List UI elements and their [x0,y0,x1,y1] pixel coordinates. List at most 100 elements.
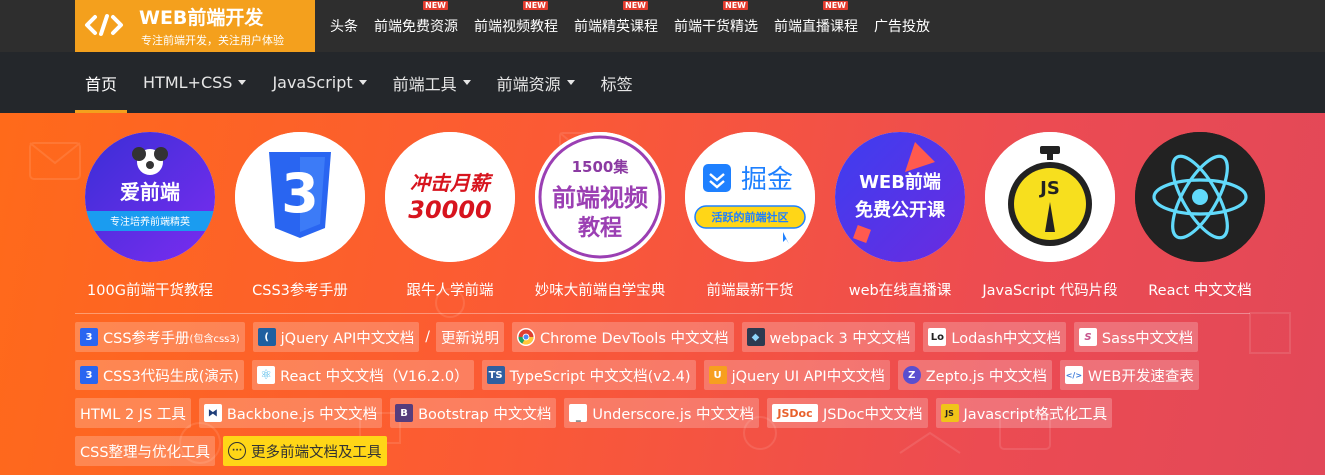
tile-miaov-guide[interactable]: 1500集 前端视频 教程 妙味大前端自学宝典 [525,132,675,300]
css3-icon: 3 [80,328,98,346]
tile-art-title: 掘金 [741,165,793,195]
link-label: jQuery API中文文档 [280,330,415,347]
tile-label: web在线直播课 [848,283,952,299]
nav-item-resources[interactable]: 前端资源 [487,52,585,113]
link-bootstrap[interactable]: B Bootstrap 中文文档 [390,398,557,428]
link-label: Bootstrap 中文文档 [418,406,552,423]
tile-front-end-resources[interactable]: 爱前端 专注培养前端精英 100G前端干货教程 [75,132,225,300]
link-label: Javascript格式化工具 [963,406,1108,423]
top-nav-item-advertising[interactable]: 广告投放 [866,0,938,52]
tile-learn-from-experts[interactable]: 冲击月薪 30000 跟牛人学前端 [375,132,525,300]
tile-image: 掘金 活跃的前端社区 [685,132,815,262]
nav-label: 前端工具 [392,74,457,94]
link-css-manual[interactable]: 3 CSS参考手册 (包含css3) [75,322,245,352]
link-label: Zepto.js 中文文档 [925,368,1047,385]
site-logo[interactable]: WEB前端开发 专注前端开发，关注用户体验 [75,0,315,52]
tile-art-title: 爱前端 [120,180,180,204]
link-webpack[interactable]: ◆ webpack 3 中文文档 [741,322,916,352]
top-nav-label: 前端视频教程 [474,19,558,35]
nav-item-javascript[interactable]: JavaScript [262,52,376,113]
tile-art-title: JS [1038,178,1060,199]
react-icon: ⚛ [257,366,276,384]
divider [75,313,1250,314]
nav-item-tools[interactable]: 前端工具 [383,52,481,113]
top-nav-item-live-courses[interactable]: 前端直播课程 NEW [766,0,866,52]
webpack-icon: ◆ [746,328,765,346]
link-zepto[interactable]: Z Zepto.js 中文文档 [897,360,1052,390]
link-chrome-devtools[interactable]: Chrome DevTools 中文文档 [512,322,734,352]
link-label: jQuery UI API中文文档 [731,368,885,385]
nav-item-home[interactable]: 首页 [75,52,128,113]
tile-css3-manual[interactable]: 3 CSS3参考手册 [225,132,375,300]
nav-item-tags[interactable]: 标签 [591,52,643,113]
tile-image: 爱前端 专注培养前端精英 [85,132,215,262]
jsdoc-icon: JSDoc [772,404,819,422]
lodash-icon: Lo [928,328,947,346]
link-label: CSS参考手册 [103,330,190,347]
link-lodash[interactable]: Lo Lodash中文文档 [923,322,1066,352]
link-jsdoc[interactable]: JSDoc JSDoc中文文档 [767,398,928,428]
top-nav-item-headlines[interactable]: 头条 [330,0,366,52]
tile-art-tag: 活跃的前端社区 [712,210,789,224]
link-css-optimizer[interactable]: CSS整理与优化工具 [75,436,216,466]
new-badge: NEW [423,1,448,10]
link-label: HTML 2 JS 工具 [80,406,186,423]
link-label: JSDoc中文文档 [823,406,923,423]
new-badge: NEW [623,1,648,10]
nav-label: JavaScript [272,73,353,92]
top-nav-item-free-resources[interactable]: 前端免费资源 NEW [366,0,466,52]
js-stopwatch-icon: JS [985,132,1115,262]
link-label: WEB开发速查表 [1087,368,1194,385]
link-underscore[interactable]: _ Underscore.js 中文文档 [564,398,760,428]
doc-links: 3 CSS参考手册 (包含css3) ( jQuery API中文文档 / 更新说… [75,322,1275,474]
code-icon: </> [1064,366,1083,384]
link-more-tools[interactable]: ··· 更多前端文档及工具 [223,436,387,466]
link-backbone[interactable]: ⧓ Backbone.js 中文文档 [198,398,383,428]
link-label: 更多前端文档及工具 [251,444,382,461]
tile-art-line: WEB前端 [859,171,941,193]
link-react-docs[interactable]: ⚛ React 中文文档（V16.2.0） [252,360,474,390]
caret-down-icon [566,80,575,85]
more-icon: ··· [228,442,247,460]
typescript-icon: TS [486,366,505,384]
main-nav: 首页 HTML+CSS JavaScript 前端工具 前端资源 标签 [0,52,1325,113]
react-logo-icon [1135,132,1265,262]
tile-juejin[interactable]: 掘金 活跃的前端社区 前端最新干货 [675,132,825,300]
underscore-icon: _ [569,404,588,422]
link-typescript[interactable]: TS TypeScript 中文文档(v2.4) [481,360,696,390]
top-nav: 头条 前端免费资源 NEW 前端视频教程 NEW 前端精英课程 NEW 前端干货精选 N… [330,0,938,52]
link-jquery-api[interactable]: ( jQuery API中文文档 [252,322,420,352]
top-nav-item-selected[interactable]: 前端干货精选 NEW [666,0,766,52]
tile-art-line: 冲击月薪 [410,171,494,195]
separator: / [425,329,431,345]
link-js-formatter[interactable]: JS Javascript格式化工具 [935,398,1113,428]
top-nav-label: 广告投放 [874,19,930,35]
jquery-ui-icon: U [708,366,727,384]
top-nav-item-elite-courses[interactable]: 前端精英课程 NEW [566,0,666,52]
tile-image: 冲击月薪 30000 [385,132,515,262]
tile-react-docs[interactable]: React 中文文档 [1125,132,1275,300]
link-label: Sass中文文档 [1101,330,1194,347]
chrome-icon [517,328,536,346]
link-jquery-ui[interactable]: U jQuery UI API中文文档 [703,360,890,390]
logo-code-icon [83,10,125,40]
tile-label: JavaScript 代码片段 [982,283,1118,299]
tile-art-line: 免费公开课 [855,199,946,221]
new-badge: NEW [823,1,848,10]
css3-icon: 3 [80,366,98,384]
tile-art-line: 教程 [578,215,622,241]
link-label: Backbone.js 中文文档 [226,406,378,423]
link-html2js[interactable]: HTML 2 JS 工具 [75,398,191,428]
link-label: CSS3代码生成(演示) [103,368,240,385]
link-update-notes[interactable]: 更新说明 [436,322,505,352]
tile-live-course[interactable]: WEB前端 免费公开课 web在线直播课 [825,132,975,300]
link-web-cheatsheet[interactable]: </> WEB开发速查表 [1059,360,1199,390]
top-nav-item-video-tutorials[interactable]: 前端视频教程 NEW [466,0,566,52]
tile-js-snippets[interactable]: JS JavaScript 代码片段 [975,132,1125,300]
nav-item-html-css[interactable]: HTML+CSS [133,52,256,113]
link-css3-generator[interactable]: 3 CSS3代码生成(演示) [75,360,245,390]
tile-art-line: 30000 [408,196,492,224]
js-format-icon: JS [940,404,959,422]
link-sass[interactable]: S Sass中文文档 [1073,322,1199,352]
zepto-icon: Z [902,366,921,384]
